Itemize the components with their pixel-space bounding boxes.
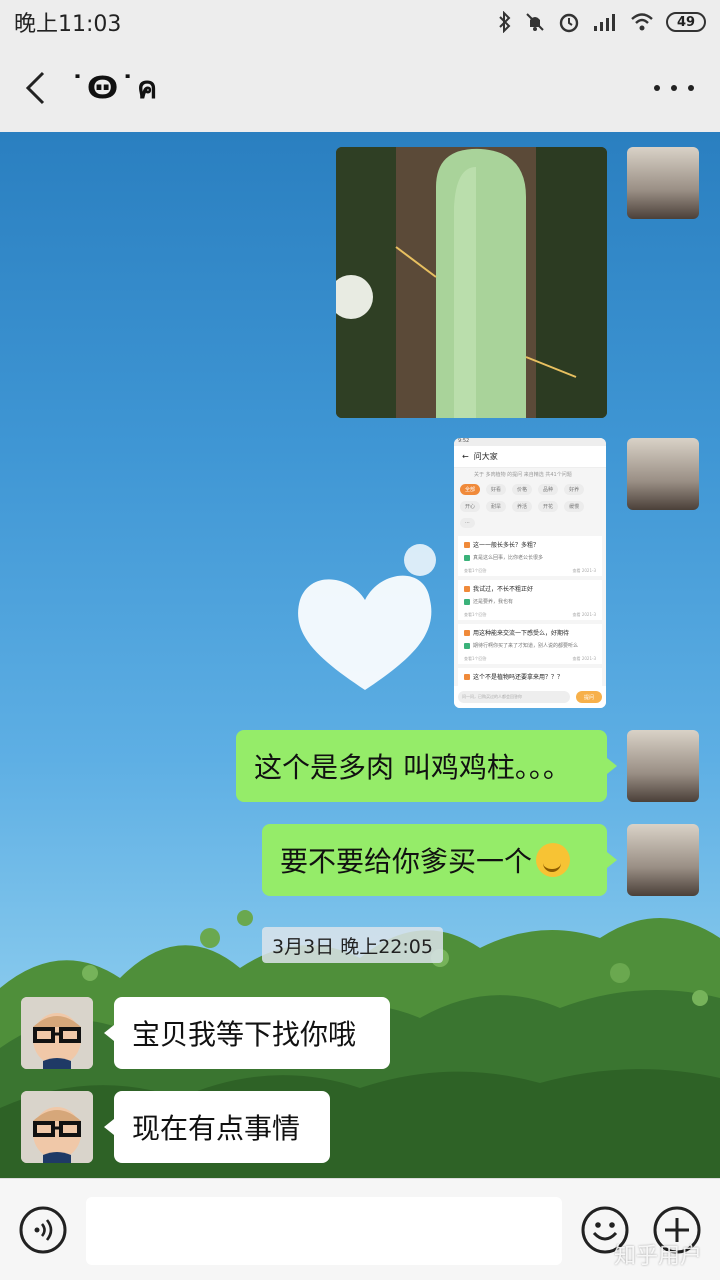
- preview-tag: 品种: [538, 484, 559, 495]
- preview-send: 提问: [576, 691, 602, 703]
- message-text: 这个是多肉 叫鸡鸡柱。。。: [254, 751, 571, 784]
- preview-subtitle: 关于 多肉植物 的提问 来自精选 共41个问题: [474, 471, 572, 478]
- preview-question-card: 这个不是植物吗还要拿来用？？？: [458, 668, 602, 688]
- more-dot-icon: [671, 85, 677, 91]
- message-bubble-me[interactable]: 这个是多肉 叫鸡鸡柱。。。: [236, 730, 617, 802]
- battery-icon: 49: [666, 12, 706, 32]
- preview-tag: 全部: [460, 484, 481, 495]
- chevron-left-icon: [25, 71, 45, 105]
- friend-avatar-image: [21, 997, 93, 1069]
- more-button[interactable]: [654, 74, 694, 102]
- my-avatar[interactable]: [627, 438, 699, 510]
- my-avatar[interactable]: [627, 147, 699, 219]
- input-bar: [0, 1178, 720, 1280]
- message-bubble-friend[interactable]: 宝贝我等下找你哦: [104, 997, 390, 1069]
- watermark: 知乎用户: [614, 1244, 703, 1269]
- preview-tag: 养活: [512, 501, 533, 512]
- preview-status: 9:52: [454, 438, 606, 446]
- preview-question: 我试过，不长不粗正好: [473, 586, 534, 593]
- chat-header: ˙Ꙫ˙ค: [0, 44, 720, 132]
- chat-title: ˙Ꙫ˙ค: [70, 70, 160, 106]
- preview-tag: 开心: [460, 501, 481, 512]
- preview-meta: 查看 2021-3: [572, 568, 596, 573]
- image-message-screenshot[interactable]: 9:52 ← 问大家 关于 多肉植物 的提问 来自精选 共41个问题 全部 好看…: [454, 438, 606, 708]
- heart-cloud-background: [298, 544, 436, 690]
- preview-input-bar: 问一问，已购买过的人都会回答你 提问: [454, 686, 606, 708]
- smirk-emoji-icon: [536, 843, 571, 877]
- mute-icon: [526, 13, 544, 31]
- preview-meta: 查看1个回答: [464, 612, 487, 617]
- message-input[interactable]: [86, 1197, 562, 1265]
- preview-meta: 查看 2021-3: [572, 656, 596, 661]
- voice-button[interactable]: [18, 1205, 68, 1255]
- battery-level: 49: [676, 14, 696, 30]
- preview-tag: 好养: [564, 484, 585, 495]
- preview-answer: 真是这么回事，比你老公长很多: [473, 555, 544, 561]
- preview-title: 问大家: [473, 452, 498, 461]
- alarm-icon: [559, 13, 579, 33]
- status-time: 晚上11:03: [14, 12, 122, 37]
- preview-tag: 开花: [538, 501, 559, 512]
- preview-question: 用这种能来交流一下感受么，好期待: [473, 630, 570, 637]
- image-message-cactus[interactable]: [336, 147, 607, 418]
- preview-tag: 缓慢: [564, 501, 585, 512]
- wifi-icon: [631, 13, 653, 31]
- preview-meta: 查看1个回答: [464, 568, 487, 573]
- cactus-photo: [336, 147, 607, 418]
- preview-header: ← 问大家: [454, 446, 606, 468]
- message-text: 现在有点事情: [132, 1112, 301, 1145]
- more-dot-icon: [654, 85, 660, 91]
- preview-answer: 还是要养，我也有: [473, 599, 514, 605]
- chat-area[interactable]: 9:52 ← 问大家 关于 多肉植物 的提问 来自精选 共41个问题 全部 好看…: [0, 132, 720, 1178]
- friend-avatar[interactable]: [21, 1091, 93, 1163]
- more-dot-icon: [688, 85, 694, 91]
- message-timestamp: 3月3日 晚上22:05: [262, 927, 443, 963]
- friend-avatar[interactable]: [21, 997, 93, 1069]
- message-bubble-me[interactable]: 要不要给你爹买一个: [262, 824, 617, 896]
- preview-question: 这个不是植物吗还要拿来用？？？: [473, 674, 564, 681]
- preview-question-card: 我试过，不长不粗正好 还是要养，我也有 查看1个回答 查看 2021-3: [458, 580, 602, 620]
- preview-tag: 价格: [512, 484, 533, 495]
- preview-tag: 耐旱: [486, 501, 507, 512]
- friend-avatar-image: [21, 1091, 93, 1163]
- my-avatar[interactable]: [627, 824, 699, 896]
- preview-meta: 查看 2021-3: [572, 612, 596, 617]
- message-bubble-friend[interactable]: 现在有点事情: [104, 1091, 330, 1163]
- bluetooth-icon: [499, 11, 511, 33]
- status-icons: 49: [498, 11, 706, 33]
- signal-icon: [594, 14, 615, 31]
- back-button[interactable]: [0, 44, 70, 132]
- preview-answer: 期待行啊你买了来了才知道，别人说的都要听么: [473, 643, 579, 649]
- voice-icon: [19, 1206, 67, 1254]
- preview-tag: 好看: [486, 484, 507, 495]
- status-bar: 晚上11:03 49: [0, 0, 720, 44]
- preview-input: 问一问，已购买过的人都会回答你: [458, 691, 570, 703]
- message-text: 宝贝我等下找你哦: [132, 1018, 357, 1051]
- preview-tag: ···: [460, 518, 475, 528]
- preview-question-card: 用这种能来交流一下感受么，好期待 期待行啊你买了来了才知道，别人说的都要听么 查…: [458, 624, 602, 664]
- preview-question: 这一一般长多长？多粗？: [473, 542, 540, 549]
- preview-question-card: 这一一般长多长？多粗？ 真是这么回事，比你老公长很多 查看1个回答 查看 2021…: [458, 536, 602, 576]
- message-text: 要不要给你爹买一个: [280, 845, 533, 878]
- back-icon: ←: [462, 452, 474, 461]
- my-avatar[interactable]: [627, 730, 699, 802]
- preview-tags: 全部 好看 价格 品种 好养 开心 耐旱 养活 开花 缓慢 ···: [454, 480, 606, 532]
- preview-meta: 查看1个回答: [464, 656, 487, 661]
